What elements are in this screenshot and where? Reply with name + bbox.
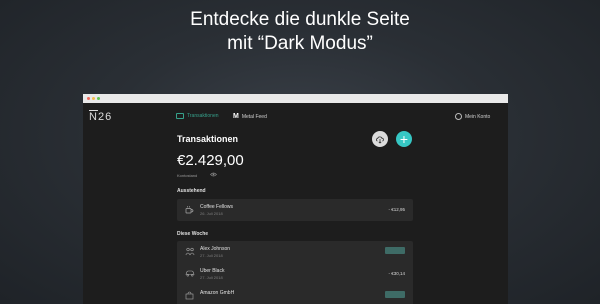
nav-metal-feed[interactable]: M Metal Feed bbox=[233, 113, 267, 120]
metal-feed-icon: M bbox=[233, 113, 239, 120]
download-button[interactable] bbox=[372, 131, 388, 147]
close-window-dot[interactable] bbox=[87, 97, 90, 100]
nav-metal-feed-label: Metal Feed bbox=[241, 113, 267, 120]
n26-logo[interactable]: N26 bbox=[89, 111, 112, 123]
logo-number: 26 bbox=[97, 111, 113, 123]
pending-transactions-card: Coffee Fellows 26. Juli 2018 - €12,95 bbox=[177, 199, 413, 221]
page-title: Transaktionen bbox=[177, 134, 239, 144]
section-pending-label: Ausstehend bbox=[177, 188, 206, 194]
app-window: N26 Transaktionen M Metal Feed Mein Kont… bbox=[83, 94, 508, 304]
nav-my-account[interactable]: Mein Konto bbox=[455, 113, 490, 120]
headline-line-1: Entdecke die dunkle Seite bbox=[190, 9, 410, 30]
this-week-transactions-card: Alex Johnson 27. Juli 2018 Uber Black 27… bbox=[177, 241, 413, 304]
transaction-amount-badge bbox=[385, 247, 405, 254]
transfer-icon bbox=[185, 247, 195, 256]
plus-icon: + bbox=[399, 131, 409, 147]
coffee-icon bbox=[185, 206, 194, 214]
transaction-row[interactable]: Alex Johnson 27. Juli 2018 bbox=[177, 241, 413, 263]
maximize-window-dot[interactable] bbox=[97, 97, 100, 100]
minimize-window-dot[interactable] bbox=[92, 97, 95, 100]
user-icon bbox=[455, 113, 462, 120]
transaction-date: 27. Juli 2018 bbox=[200, 253, 223, 258]
section-this-week-label: Diese Woche bbox=[177, 231, 209, 237]
headline-line-2: mit “Dark Modus” bbox=[227, 33, 373, 54]
add-button[interactable]: + bbox=[396, 131, 412, 147]
balance-label: Kontostand bbox=[177, 173, 198, 178]
transactions-icon bbox=[176, 113, 184, 119]
transaction-amount: - €30,14 bbox=[388, 271, 405, 276]
eye-icon[interactable] bbox=[210, 172, 217, 177]
transaction-amount-badge bbox=[385, 291, 405, 298]
account-balance: €2.429,00 bbox=[177, 152, 244, 169]
transaction-name: Amazon GmbH bbox=[200, 290, 235, 296]
cloud-download-icon bbox=[376, 135, 384, 144]
headline: Entdecke die dunkle Seite mit “Dark Modu… bbox=[0, 8, 600, 56]
shopping-icon bbox=[185, 291, 194, 300]
nav-my-account-label: Mein Konto bbox=[465, 113, 491, 120]
logo-letter: N bbox=[89, 111, 98, 123]
browser-titlebar bbox=[83, 94, 508, 103]
transaction-row[interactable]: Uber Black 27. Juli 2018 - €30,14 bbox=[177, 263, 413, 285]
transaction-date: 27. Juli 2018 bbox=[200, 275, 223, 280]
transaction-name: Coffee Fellows bbox=[200, 204, 233, 210]
transaction-row[interactable]: Amazon GmbH bbox=[177, 285, 413, 304]
transaction-name: Uber Black bbox=[200, 268, 225, 274]
transaction-amount: - €12,95 bbox=[388, 207, 405, 212]
nav-transactions-label: Transaktionen bbox=[187, 113, 219, 119]
transaction-name: Alex Johnson bbox=[200, 246, 231, 252]
car-icon bbox=[185, 270, 195, 277]
transaction-row[interactable]: Coffee Fellows 26. Juli 2018 - €12,95 bbox=[177, 199, 413, 221]
nav-transactions[interactable]: Transaktionen bbox=[176, 113, 219, 119]
transaction-date: 26. Juli 2018 bbox=[200, 211, 223, 216]
